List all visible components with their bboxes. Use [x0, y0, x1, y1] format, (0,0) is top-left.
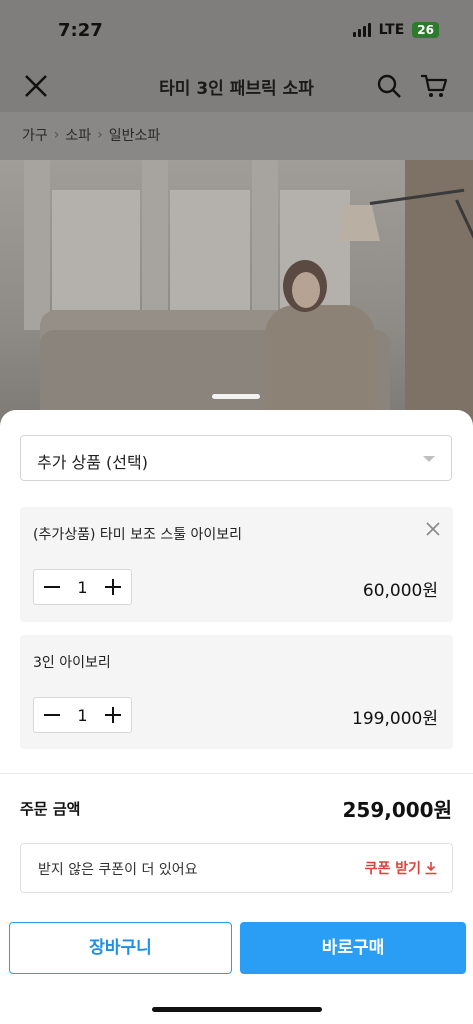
breadcrumb-item-sofa[interactable]: 소파 — [65, 125, 91, 145]
breadcrumb-item-general-sofa[interactable]: 일반소파 — [109, 125, 161, 145]
status-time: 7:27 — [58, 20, 103, 41]
close-icon[interactable] — [425, 521, 441, 537]
cart-icon[interactable] — [418, 70, 450, 102]
sheet-drag-handle[interactable] — [212, 394, 260, 399]
status-bar: 7:27 LTE 26 — [0, 0, 473, 60]
order-total-value: 259,000원 — [342, 798, 453, 822]
option-price: 199,000원 — [352, 709, 438, 729]
coupon-banner: 받지 않은 쿠폰이 더 있어요 쿠폰 받기 — [20, 843, 453, 893]
quantity-value[interactable]: 1 — [66, 578, 99, 597]
get-coupon-button[interactable]: 쿠폰 받기 — [365, 858, 438, 878]
top-navigation: 타미 3인 패브릭 소파 — [0, 60, 473, 112]
product-image — [0, 160, 473, 430]
search-icon[interactable] — [373, 70, 405, 102]
chevron-right-icon: › — [53, 127, 60, 143]
download-icon — [425, 862, 437, 875]
additional-product-select[interactable]: 추가 상품 (선택) — [20, 435, 452, 481]
get-coupon-label: 쿠폰 받기 — [364, 861, 421, 877]
plus-icon[interactable] — [97, 570, 129, 604]
quantity-stepper: 1 — [33, 697, 132, 733]
option-item: 3인 아이보리 1 199,000원 — [20, 635, 453, 749]
chevron-right-icon: › — [97, 127, 103, 143]
option-price: 60,000원 — [362, 581, 438, 601]
quantity-stepper: 1 — [33, 569, 132, 605]
plus-icon[interactable] — [97, 698, 129, 732]
option-name: 3인 아이보리 — [33, 655, 111, 671]
battery-icon: 26 — [412, 22, 439, 38]
network-label: LTE — [378, 22, 405, 38]
caret-down-icon — [423, 456, 435, 462]
home-indicator — [152, 1007, 322, 1012]
signal-icon — [352, 23, 371, 37]
coupon-message: 받지 않은 쿠폰이 더 있어요 — [38, 862, 198, 878]
order-total-label: 주문 금액 — [20, 800, 81, 818]
minus-icon[interactable] — [36, 570, 68, 604]
minus-icon[interactable] — [36, 698, 68, 732]
option-item: (추가상품) 타미 보조 스툴 아이보리 1 60,000원 — [20, 507, 453, 622]
quantity-value[interactable]: 1 — [66, 706, 99, 725]
status-indicators: LTE 26 — [352, 22, 439, 38]
option-name: (추가상품) 타미 보조 스툴 아이보리 — [33, 527, 243, 543]
breadcrumb: 가구 › 소파 › 일반소파 — [22, 125, 160, 145]
buy-now-button[interactable]: 바로구매 — [240, 922, 466, 974]
add-to-cart-button[interactable]: 장바구니 — [9, 922, 232, 974]
divider — [0, 773, 473, 774]
breadcrumb-item-furniture[interactable]: 가구 — [22, 125, 48, 145]
purchase-sheet: 추가 상품 (선택) (추가상품) 타미 보조 스툴 아이보리 1 60,000… — [0, 410, 473, 1024]
select-label: 추가 상품 (선택) — [37, 453, 148, 472]
